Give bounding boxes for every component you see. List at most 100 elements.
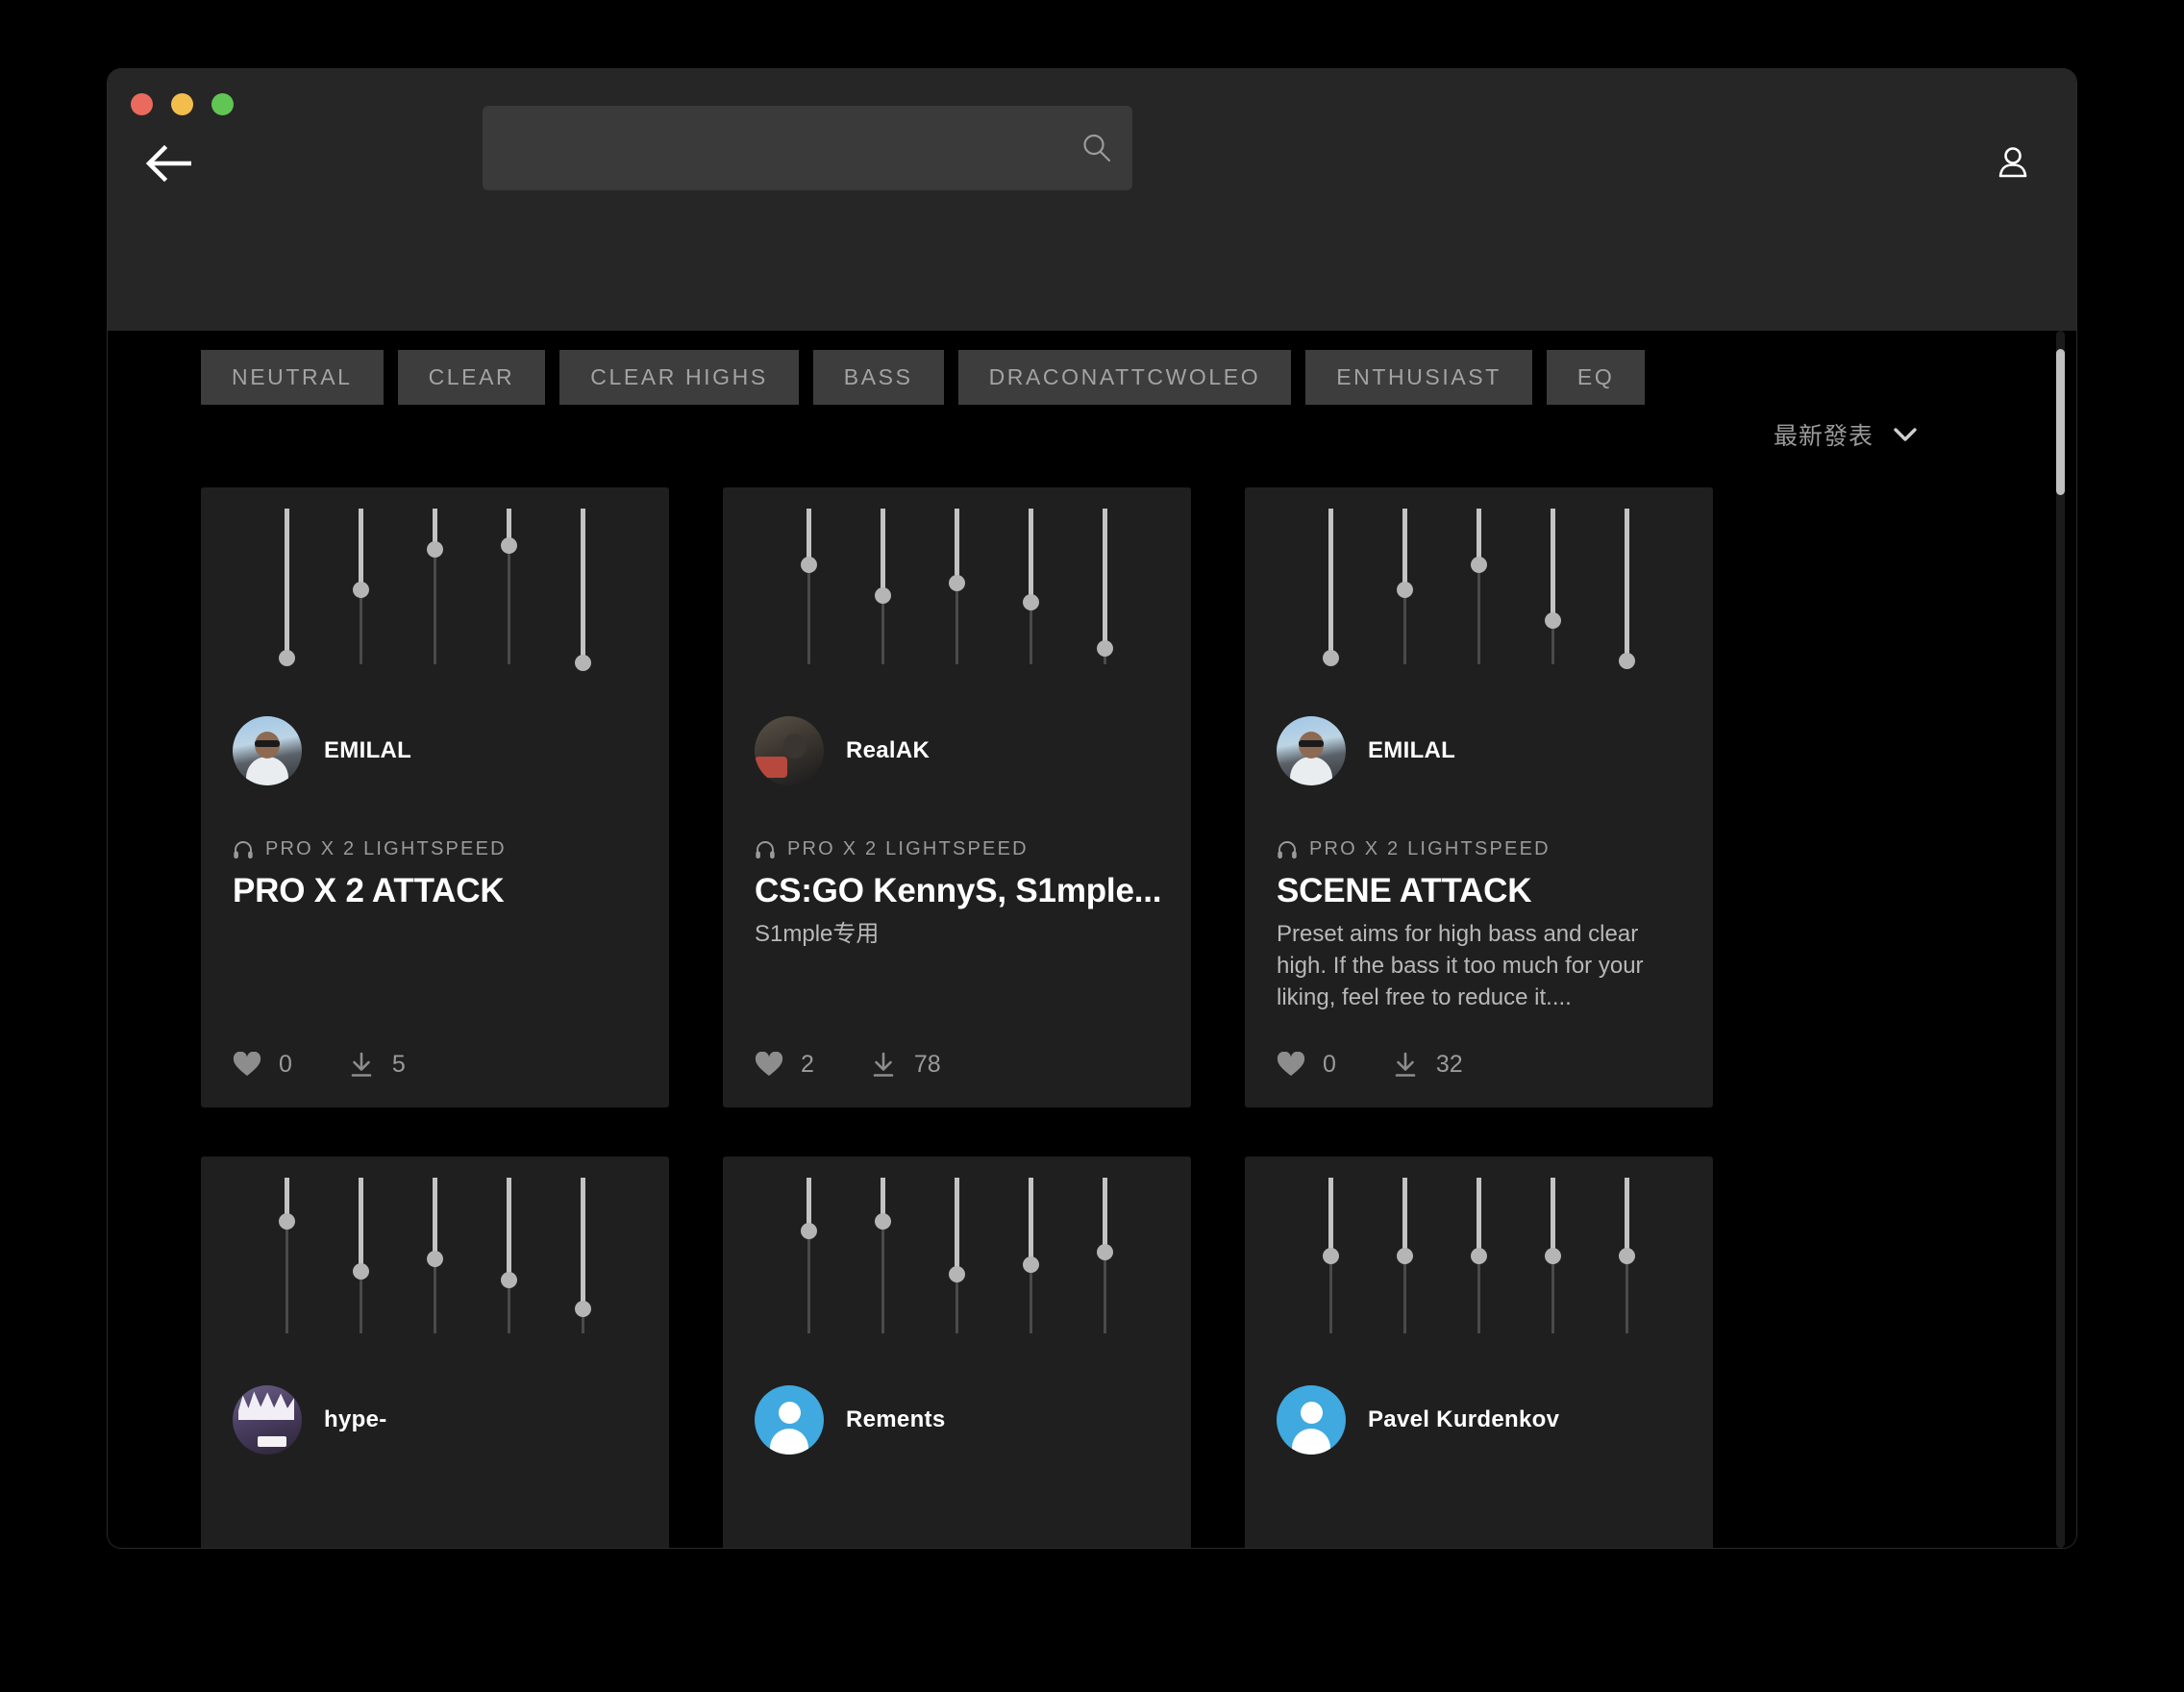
- eq-slider-knob: [501, 537, 517, 555]
- preset-card[interactable]: RealAK PRO X 2 LIGHTSPEED CS:GO KennyS, S1…: [723, 487, 1191, 1107]
- preset-description: S1mple专用: [755, 921, 880, 947]
- avatar-body-shape: [770, 1429, 808, 1455]
- sort-dropdown[interactable]: 最新發表: [1774, 417, 1918, 452]
- download-stat[interactable]: 5: [348, 1051, 406, 1079]
- minimize-window-button[interactable]: [171, 93, 193, 115]
- heart-icon: [1277, 1052, 1305, 1076]
- eq-slider: [1442, 1178, 1516, 1356]
- eq-slider-fill: [1625, 509, 1629, 661]
- eq-slider: [1294, 509, 1368, 687]
- eq-slider: [472, 509, 546, 687]
- eq-slider-preview: [723, 487, 1191, 687]
- eq-slider-knob: [279, 1212, 295, 1230]
- tag-filter-chip[interactable]: BASS: [812, 350, 944, 405]
- eq-slider: [920, 509, 994, 687]
- eq-slider-knob: [575, 654, 591, 671]
- preset-title: PRO X 2 ATTACK: [233, 872, 505, 909]
- maximize-window-button[interactable]: [211, 93, 234, 115]
- preset-card[interactable]: Rements: [723, 1157, 1191, 1548]
- eq-slider-preview: [1245, 487, 1713, 687]
- tag-filter-chip[interactable]: ENTHUSIAST: [1305, 350, 1532, 405]
- eq-slider-fill: [955, 509, 959, 584]
- eq-slider-preview: [201, 1157, 669, 1356]
- avatar-detail: [755, 757, 787, 778]
- heart-icon: [233, 1052, 261, 1076]
- scrollbar-thumb[interactable]: [2056, 348, 2065, 495]
- download-stat[interactable]: 32: [1392, 1051, 1463, 1079]
- download-count: 32: [1435, 1051, 1463, 1078]
- eq-slider-knob: [353, 581, 369, 598]
- eq-slider-knob: [1097, 1244, 1113, 1261]
- avatar-detail: [1299, 740, 1324, 747]
- preset-card[interactable]: hype-: [201, 1157, 669, 1548]
- eq-slider-fill: [1328, 509, 1333, 659]
- avatar[interactable]: [755, 716, 824, 785]
- eq-slider: [1590, 1178, 1664, 1356]
- preset-card[interactable]: EMILAL PRO X 2 LIGHTSPEED SCENE ATTACK Pres…: [1245, 487, 1713, 1107]
- tag-filter-row: NEUTRAL CLEAR CLEAR HIGHS BASS DRACONATTCWOL…: [201, 350, 1646, 405]
- close-window-button[interactable]: [131, 93, 153, 115]
- eq-slider-fill: [1103, 509, 1107, 649]
- avatar[interactable]: [755, 1385, 824, 1455]
- eq-slider-fill: [1477, 1178, 1481, 1256]
- eq-slider-knob: [1323, 1247, 1339, 1264]
- sort-dropdown-label: 最新發表: [1773, 423, 1874, 450]
- content-area: NEUTRAL CLEAR CLEAR HIGHS BASS DRACONATTCWOL…: [108, 331, 2076, 1548]
- search-bar[interactable]: [483, 106, 1132, 190]
- search-input[interactable]: [483, 106, 1061, 190]
- eq-slider-knob: [1397, 1247, 1413, 1264]
- eq-slider: [846, 509, 920, 687]
- eq-slider-knob: [801, 1222, 817, 1239]
- download-icon: [873, 1052, 894, 1077]
- tag-filter-chip[interactable]: NEUTRAL: [201, 350, 384, 405]
- card-author[interactable]: Pavel Kurdenkov: [1277, 1385, 1559, 1455]
- like-stat[interactable]: 0: [1277, 1051, 1336, 1079]
- eq-slider-knob: [575, 1300, 591, 1317]
- back-button[interactable]: [132, 125, 209, 202]
- tag-filter-chip[interactable]: CLEAR: [397, 350, 546, 405]
- account-button[interactable]: [1984, 135, 2042, 192]
- preset-card[interactable]: Pavel Kurdenkov: [1245, 1157, 1713, 1548]
- avatar[interactable]: [233, 716, 302, 785]
- download-stat[interactable]: 78: [870, 1051, 941, 1079]
- eq-slider-knob: [949, 1265, 965, 1282]
- eq-slider-knob: [501, 1272, 517, 1289]
- download-icon: [1395, 1052, 1416, 1077]
- card-author[interactable]: RealAK: [755, 716, 930, 785]
- card-stats: 0 32: [1277, 1051, 1463, 1079]
- scrollbar-track[interactable]: [2056, 331, 2065, 1548]
- eq-slider-preview: [201, 487, 669, 687]
- tag-filter-chip[interactable]: CLEAR HIGHS: [559, 350, 799, 405]
- eq-slider-knob: [875, 587, 891, 605]
- eq-slider-knob: [1545, 1247, 1561, 1264]
- card-author[interactable]: hype-: [233, 1385, 387, 1455]
- eq-slider-fill: [1402, 1178, 1407, 1256]
- author-name: RealAK: [846, 737, 931, 763]
- headphones-icon: [1278, 840, 1297, 858]
- eq-slider: [398, 1178, 472, 1356]
- avatar[interactable]: [233, 1385, 302, 1455]
- eq-slider-preview: [723, 1157, 1191, 1356]
- eq-slider-knob: [801, 556, 817, 573]
- eq-slider-fill: [1402, 509, 1407, 590]
- like-stat[interactable]: 0: [233, 1051, 292, 1079]
- avatar[interactable]: [1277, 1385, 1346, 1455]
- avatar[interactable]: [1277, 716, 1346, 785]
- tag-filter-chip[interactable]: DRACONATTCWOLEO: [957, 350, 1292, 405]
- eq-slider-fill: [1625, 1178, 1629, 1256]
- tag-filter-chip[interactable]: EQ: [1546, 350, 1646, 405]
- search-button[interactable]: [1061, 106, 1132, 190]
- eq-slider-fill: [433, 1178, 437, 1259]
- preset-card[interactable]: EMILAL PRO X 2 LIGHTSPEED PRO X 2 ATTACK 0 5: [201, 487, 669, 1107]
- like-stat[interactable]: 2: [755, 1051, 814, 1079]
- card-author[interactable]: EMILAL: [233, 716, 411, 785]
- card-author[interactable]: Rements: [755, 1385, 945, 1455]
- eq-slider-knob: [1023, 1257, 1039, 1274]
- author-name: Pavel Kurdenkov: [1368, 1406, 1560, 1432]
- eq-slider-knob: [1619, 1247, 1635, 1264]
- card-device: PRO X 2 LIGHTSPEED: [1277, 838, 1551, 860]
- eq-slider: [1368, 1178, 1442, 1356]
- card-author[interactable]: EMILAL: [1277, 716, 1455, 785]
- headphones-icon: [756, 840, 775, 858]
- eq-slider-preview: [1245, 1157, 1713, 1356]
